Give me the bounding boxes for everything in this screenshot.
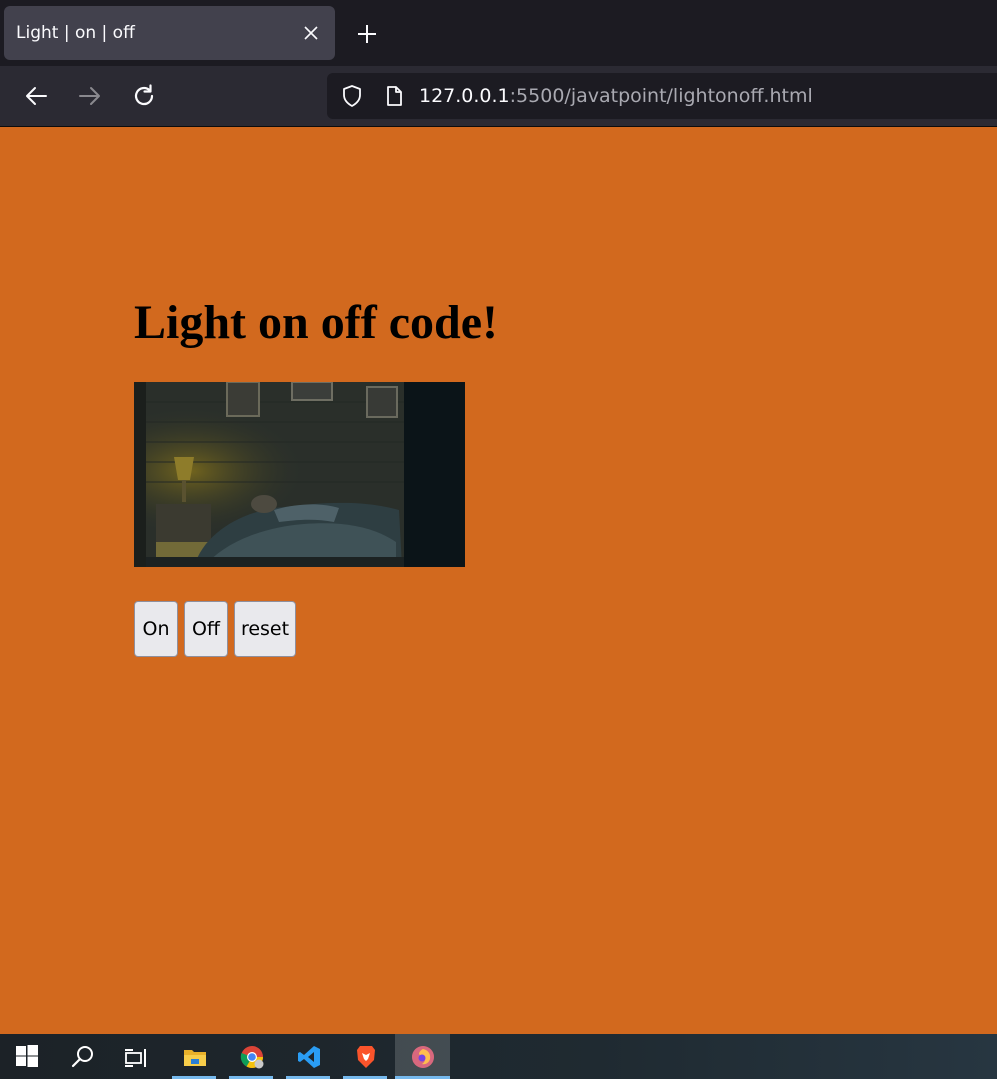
- tab-title: Light | on | off: [16, 23, 135, 43]
- close-icon[interactable]: [301, 23, 321, 43]
- shield-icon[interactable]: [339, 83, 365, 109]
- url-text[interactable]: 127.0.0.1:5500/javatpoint/lightonoff.htm…: [419, 73, 813, 119]
- arrow-left-icon[interactable]: [21, 81, 51, 111]
- plus-icon[interactable]: [352, 19, 382, 49]
- page-content: Light on off code! On Off reset: [0, 127, 997, 1034]
- windows-taskbar: [0, 1034, 997, 1079]
- reload-icon[interactable]: [129, 81, 159, 111]
- browser-tab[interactable]: Light | on | off: [4, 6, 335, 60]
- firefox-icon[interactable]: [395, 1034, 450, 1079]
- page-heading: Light on off code!: [134, 296, 498, 349]
- url-host: 127.0.0.1: [419, 85, 510, 107]
- off-button[interactable]: Off: [184, 601, 228, 657]
- url-path: :5500/javatpoint/lightonoff.html: [509, 85, 813, 107]
- vscode-icon[interactable]: [286, 1034, 330, 1079]
- tab-bar: Light | on | off: [0, 0, 997, 66]
- bedroom-photo: [134, 382, 465, 567]
- page-icon[interactable]: [382, 84, 406, 108]
- windows-start-icon[interactable]: [5, 1034, 49, 1079]
- task-view-icon[interactable]: [113, 1034, 157, 1079]
- address-bar[interactable]: 127.0.0.1:5500/javatpoint/lightonoff.htm…: [327, 73, 997, 119]
- reset-button[interactable]: reset: [234, 601, 296, 657]
- on-button[interactable]: On: [134, 601, 178, 657]
- file-explorer-icon[interactable]: [172, 1034, 216, 1079]
- arrow-right-icon[interactable]: [75, 81, 105, 111]
- brave-icon[interactable]: [343, 1034, 387, 1079]
- search-icon[interactable]: [60, 1034, 104, 1079]
- navigation-toolbar: 127.0.0.1:5500/javatpoint/lightonoff.htm…: [0, 66, 997, 127]
- chrome-icon[interactable]: [229, 1034, 273, 1079]
